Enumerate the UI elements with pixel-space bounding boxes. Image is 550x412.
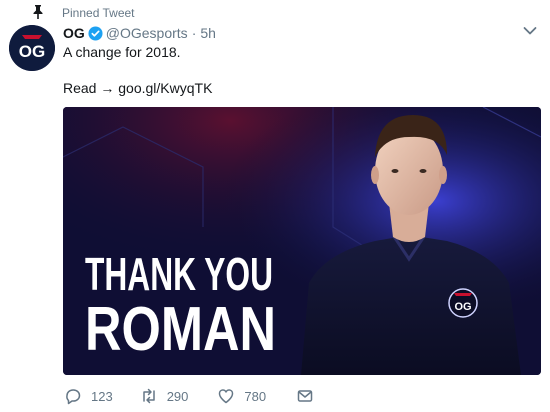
direct-message-button[interactable] xyxy=(296,387,314,405)
heart-icon xyxy=(219,389,234,404)
tweet-text-line-1: A change for 2018. xyxy=(63,44,181,60)
separator-dot: · xyxy=(191,25,197,41)
author-handle[interactable]: @OGesports xyxy=(106,25,188,41)
tweet-text: A change for 2018. Read → goo.gl/KwyqTK xyxy=(63,43,212,97)
verified-badge-icon xyxy=(88,25,103,41)
pinned-tweet-label: Pinned Tweet xyxy=(62,6,135,20)
pin-icon xyxy=(33,5,43,19)
tweet-header: OG @OGesports · 5h xyxy=(63,24,216,42)
avatar[interactable]: OG xyxy=(9,25,55,71)
author-name[interactable]: OG xyxy=(63,25,85,41)
retweet-button[interactable]: 290 xyxy=(140,387,189,405)
retweet-count: 290 xyxy=(166,388,189,404)
pinned-indicator: Pinned Tweet xyxy=(33,5,135,21)
like-button[interactable]: 780 xyxy=(217,387,266,405)
like-count: 780 xyxy=(244,388,267,404)
jersey-logo-text: OG xyxy=(454,301,471,313)
tweet-text-line-2[interactable]: Read → goo.gl/KwyqTK xyxy=(63,79,212,97)
chevron-down-icon[interactable] xyxy=(523,26,537,36)
tweet-actions-bar: 123 290 780 xyxy=(63,386,314,406)
avatar-logo-text: OG xyxy=(19,42,45,61)
reply-button[interactable]: 123 xyxy=(64,387,113,405)
retweet-icon xyxy=(142,388,155,404)
reply-icon xyxy=(66,389,81,405)
reply-count: 123 xyxy=(91,388,113,404)
media-headline-line-2: ROMAN xyxy=(85,295,276,364)
tweet-timestamp[interactable]: 5h xyxy=(200,25,216,41)
envelope-icon xyxy=(297,390,313,402)
tweet-media-image[interactable]: THANK YOU ROMAN OG xyxy=(63,107,541,375)
media-headline-line-1: THANK YOU xyxy=(85,248,273,300)
